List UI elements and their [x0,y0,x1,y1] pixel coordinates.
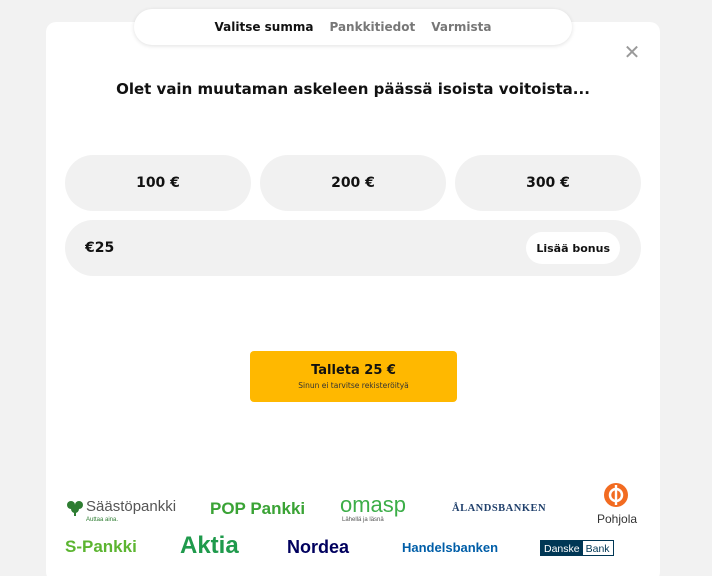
danske-name-part1: Danske [541,541,583,555]
step-bank-details[interactable]: Pankkitiedot [329,20,415,34]
step-confirm[interactable]: Varmista [431,20,491,34]
deposit-button-sublabel: Sinun ei tarvitse rekisteröityä [298,381,409,390]
amount-100-button[interactable]: 100 € [65,155,251,211]
amount-input[interactable] [85,237,385,259]
aktia-logo: Aktia [180,532,239,559]
omasp-name: omasp [340,492,407,517]
close-icon[interactable]: ✕ [623,42,641,62]
step-indicator: Valitse summa Pankkitiedot Varmista [134,9,572,45]
danske-logo: Danske Bank [540,540,614,556]
spankki-logo: S-Pankki [65,537,137,556]
poppankki-logo: POP Pankki [210,499,306,518]
add-bonus-button[interactable]: Lisää bonus [526,232,620,264]
saastopankki-tagline: Auttaa aina. [86,517,119,523]
danske-name-part2: Bank [582,541,613,555]
custom-amount-field: Lisää bonus [65,220,641,276]
pohjola-logo: Pohjola [596,482,638,526]
step-choose-amount[interactable]: Valitse summa [215,20,314,34]
handelsbanken-logo: Handelsbanken [402,540,499,555]
deposit-button-label: Talleta 25 € [311,363,396,378]
page-title: Olet vain muutaman askeleen päässä isois… [116,80,590,98]
amount-200-button[interactable]: 200 € [260,155,446,211]
pohjola-name: Pohjola [597,512,638,526]
deposit-button[interactable]: Talleta 25 € Sinun ei tarvitse rekisterö… [250,351,457,402]
pohjola-emblem-icon [604,483,628,507]
nordea-logo: Nordea [287,537,350,557]
amount-300-button[interactable]: 300 € [455,155,641,211]
omasp-tagline: Lähellä ja läsnä [342,517,384,523]
saastopankki-name: Säästöpankki [86,498,177,515]
alandsbanken-logo: ÅLANDSBANKEN [452,503,547,514]
clover-icon [67,501,83,516]
